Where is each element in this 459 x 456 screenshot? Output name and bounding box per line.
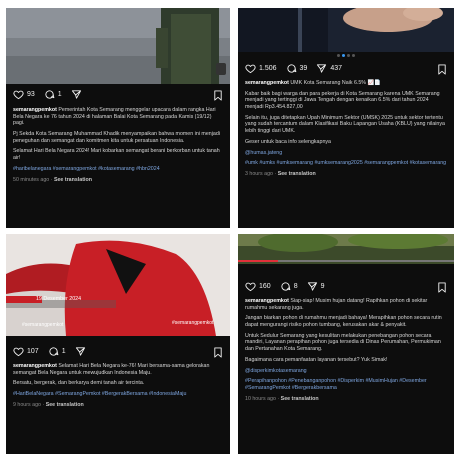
share-button[interactable]: 437 bbox=[316, 63, 342, 74]
send-icon bbox=[317, 63, 327, 73]
media-handle-label: #semarangpemkot bbox=[22, 322, 64, 328]
ceremony-photo bbox=[6, 8, 230, 84]
post-3-actions: 107 1 bbox=[6, 343, 230, 359]
caption-text: Geser untuk baca info selengkapnya bbox=[245, 138, 331, 145]
username[interactable]: semarangpemkot bbox=[13, 107, 57, 113]
caption-text: Jangan biarkan pohon di rumahmu menjadi … bbox=[245, 315, 442, 328]
comment-button[interactable]: 1 bbox=[48, 346, 66, 357]
username[interactable]: semarangpemkot bbox=[245, 80, 289, 86]
comment-count: 8 bbox=[293, 282, 298, 290]
post-card-1: 93 1 semarangpemkot Pemerintah Kota Sema… bbox=[6, 8, 230, 228]
post-4-caption: semarangpemkot Siap-siap! Musim hujan da… bbox=[245, 298, 448, 406]
like-button[interactable]: 160 bbox=[245, 281, 271, 292]
comment-count: 39 bbox=[299, 64, 308, 72]
caption-text: Selain itu, juga ditetapkan Upah Minimum… bbox=[245, 114, 445, 134]
post-1-media[interactable] bbox=[6, 8, 230, 84]
caption-text: Selamat Hari Bela Negara 2024! Mari koba… bbox=[13, 148, 220, 161]
send-icon bbox=[307, 281, 317, 291]
bookmark-icon bbox=[214, 90, 222, 101]
username[interactable]: semarangpemkot bbox=[245, 298, 289, 304]
post-4-actions: 160 8 9 bbox=[238, 278, 454, 294]
post-3-caption: semarangpemkot Selamat Hari Bela Negara … bbox=[13, 363, 224, 413]
heart-icon bbox=[245, 282, 256, 291]
post-2-caption: semarangpemkot UMK Kota Semarang Naik 6.… bbox=[245, 80, 448, 178]
bookmark-icon bbox=[438, 282, 446, 293]
save-button[interactable] bbox=[213, 345, 223, 363]
like-button[interactable]: 1.506 bbox=[245, 63, 277, 74]
post-2-actions: 1.506 39 437 bbox=[238, 60, 454, 76]
hashtags[interactable]: #haribelanegara #semarangpemkot #kotasem… bbox=[13, 166, 224, 173]
heart-icon bbox=[245, 64, 256, 73]
post-4-media[interactable] bbox=[238, 234, 454, 264]
caption-text: Kabar baik bagi warga dan para pekerja d… bbox=[245, 90, 440, 110]
hashtags[interactable]: #HariBelaNegara #SemarangPemkot #Bergera… bbox=[13, 391, 224, 398]
share-button[interactable] bbox=[71, 89, 82, 100]
heart-icon bbox=[13, 90, 24, 99]
hand-photo bbox=[238, 8, 454, 52]
post-3-media[interactable]: 19 Desember 2024 #semarangpemkot #semara… bbox=[6, 234, 230, 336]
like-count: 1.506 bbox=[259, 64, 277, 72]
tree-photo bbox=[238, 234, 454, 264]
send-icon bbox=[71, 89, 81, 99]
like-button[interactable]: 107 bbox=[13, 346, 39, 357]
post-2-media[interactable] bbox=[238, 8, 454, 52]
carousel-dot bbox=[352, 54, 355, 57]
caption-text: Untuk Sedulur Semarang yang kesulitan me… bbox=[245, 332, 441, 352]
share-count: 9 bbox=[320, 282, 325, 290]
mention-link[interactable]: @humas.jateng bbox=[245, 150, 448, 157]
caption-text: UMK Kota Semarang Naik 6.5% 📈📄 bbox=[290, 80, 381, 86]
send-icon bbox=[75, 346, 85, 356]
bookmark-icon bbox=[214, 347, 222, 358]
carousel-dot bbox=[347, 54, 350, 57]
save-button[interactable] bbox=[437, 62, 447, 80]
like-count: 93 bbox=[27, 90, 35, 98]
post-card-4: 160 8 9 semarangpemkot Siap-siap! Musim … bbox=[238, 234, 454, 454]
save-button[interactable] bbox=[213, 88, 223, 106]
media-handle-label: #semarangpemkot bbox=[172, 320, 214, 326]
share-count: 437 bbox=[330, 64, 343, 72]
post-card-2: 1.506 39 437 semarangpemkot UMK Kota Sem… bbox=[238, 8, 454, 228]
hashtags[interactable]: #Perapihanpohon #Penebanganpohon #Disper… bbox=[245, 378, 448, 391]
like-button[interactable]: 93 bbox=[13, 89, 35, 100]
comment-button[interactable]: 8 bbox=[280, 281, 298, 292]
comment-icon bbox=[286, 63, 296, 73]
save-button[interactable] bbox=[437, 280, 447, 298]
comment-icon bbox=[281, 281, 290, 291]
post-time: 10 hours ago bbox=[245, 395, 276, 402]
post-1-caption: semarangpemkot Pemerintah Kota Semarang … bbox=[13, 107, 224, 187]
comment-icon bbox=[49, 346, 58, 356]
see-translation-link[interactable]: See translation bbox=[54, 177, 92, 183]
carousel-dot-active bbox=[342, 54, 345, 57]
share-button[interactable] bbox=[75, 346, 86, 357]
comment-count: 1 bbox=[61, 347, 66, 355]
see-translation-link[interactable]: See translation bbox=[281, 396, 319, 402]
caption-text: Pj Sekda Kota Semarang Muhammad Khadik m… bbox=[13, 130, 220, 144]
comment-button[interactable]: 39 bbox=[286, 63, 308, 74]
comment-count: 1 bbox=[57, 90, 62, 98]
post-time: 9 hours ago bbox=[13, 401, 41, 408]
carousel-dots bbox=[238, 54, 454, 57]
mention-link[interactable]: @disperkimkotasemarang bbox=[245, 368, 448, 375]
see-translation-link[interactable]: See translation bbox=[278, 171, 316, 177]
username[interactable]: semarangpemkot bbox=[13, 363, 57, 369]
hashtags[interactable]: #umk #umks #umksemarang #umksemarang2025… bbox=[245, 160, 448, 167]
caption-text: Bersatu, bergerak, dan berkarya demi tan… bbox=[13, 380, 145, 387]
carousel-dot bbox=[337, 54, 340, 57]
post-time: 50 minutes ago bbox=[13, 176, 50, 183]
comment-button[interactable]: 1 bbox=[44, 89, 62, 100]
post-time: 3 hours ago bbox=[245, 171, 273, 178]
like-count: 160 bbox=[259, 282, 271, 290]
media-date-label: 19 Desember 2024 bbox=[36, 296, 82, 302]
heart-icon bbox=[13, 347, 24, 356]
share-button[interactable]: 9 bbox=[307, 281, 325, 292]
caption-text: Bagaimana cara pemanfaatan layanan terse… bbox=[245, 356, 388, 363]
comment-icon bbox=[45, 89, 55, 99]
bookmark-icon bbox=[438, 64, 446, 75]
post-card-3: 19 Desember 2024 #semarangpemkot #semara… bbox=[6, 234, 230, 454]
like-count: 107 bbox=[27, 347, 39, 355]
see-translation-link[interactable]: See translation bbox=[46, 402, 84, 408]
post-1-actions: 93 1 bbox=[6, 86, 230, 102]
